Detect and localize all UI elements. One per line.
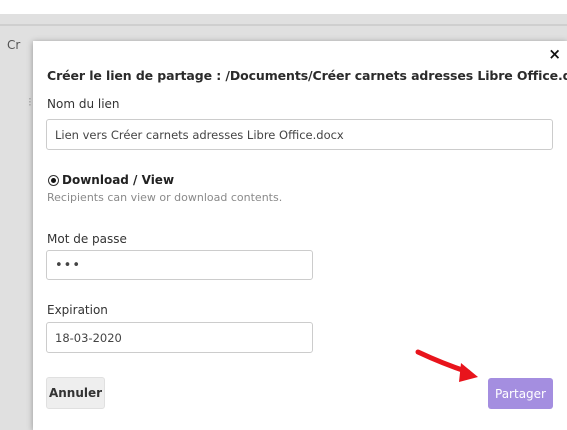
top-bar — [0, 0, 567, 14]
expiration-label: Expiration — [47, 303, 108, 317]
password-label: Mot de passe — [47, 232, 127, 246]
background-dots: ⁝ — [28, 95, 32, 109]
background-partial-text: Cr — [7, 38, 21, 52]
permission-help-text: Recipients can view or download contents… — [47, 191, 283, 204]
share-link-dialog: × Créer le lien de partage : /Documents/… — [33, 41, 567, 430]
link-name-value: Lien vers Créer carnets adresses Libre O… — [55, 127, 344, 142]
download-view-label: Download / View — [62, 173, 175, 187]
password-input[interactable]: ••• — [46, 250, 313, 280]
dialog-title: Créer le lien de partage : /Documents/Cr… — [47, 68, 567, 83]
link-name-input[interactable]: Lien vers Créer carnets adresses Libre O… — [46, 119, 553, 150]
download-view-option[interactable]: Download / View — [48, 173, 174, 187]
expiration-input[interactable]: 18-03-2020 — [46, 322, 313, 353]
link-name-label: Nom du lien — [47, 97, 120, 111]
share-button[interactable]: Partager — [488, 378, 553, 409]
close-icon[interactable]: × — [548, 47, 561, 62]
radio-dot — [51, 177, 56, 183]
radio-selected-icon[interactable] — [48, 174, 59, 186]
password-value: ••• — [55, 257, 82, 273]
expiration-value: 18-03-2020 — [55, 330, 122, 345]
background-strip — [0, 24, 567, 26]
cancel-button[interactable]: Annuler — [46, 377, 105, 409]
